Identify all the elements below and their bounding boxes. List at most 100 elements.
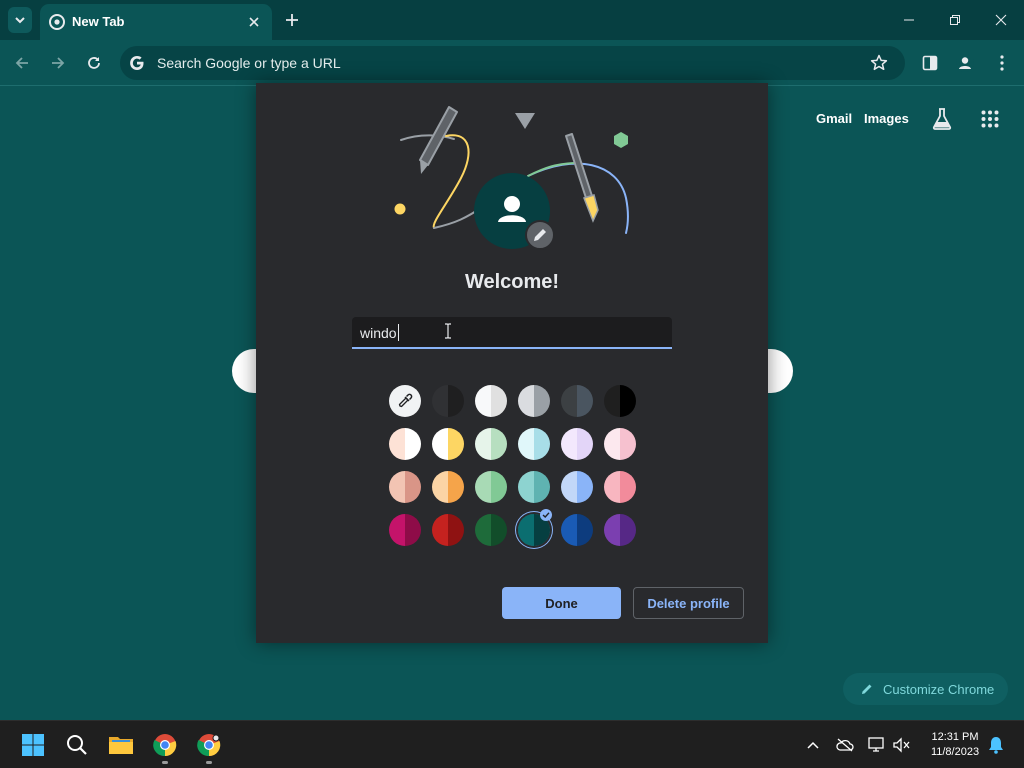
reload-icon (88, 57, 100, 69)
eyedropper-icon (398, 393, 413, 408)
search-icon (67, 735, 87, 755)
close-icon (249, 17, 259, 27)
color-swatch[interactable] (561, 385, 593, 417)
color-swatch[interactable] (604, 385, 636, 417)
pencil-doodle-icon (400, 106, 458, 174)
omnibox-placeholder: Search Google or type a URL (157, 55, 341, 71)
color-swatch-selected[interactable] (518, 509, 552, 546)
new-tab-button[interactable] (281, 9, 303, 31)
color-swatch[interactable] (432, 385, 464, 417)
color-swatch[interactable] (475, 514, 507, 546)
file-explorer-button[interactable] (108, 732, 134, 758)
color-swatch[interactable] (604, 428, 636, 460)
profile-customization-dialog: Welcome! windo Done Delete profile (256, 83, 768, 643)
google-g-icon (130, 56, 144, 70)
profile-name-value: windo (360, 325, 397, 341)
restore-icon (950, 15, 960, 25)
system-clock[interactable]: 12:31 PM 11/8/2023 (922, 730, 988, 760)
chrome-taskbar-button[interactable] (196, 732, 222, 758)
color-swatch[interactable] (389, 428, 421, 460)
profile-name-input[interactable]: windo (352, 317, 672, 349)
delete-profile-button[interactable]: Delete profile (633, 587, 744, 619)
chrome-logo-icon (153, 734, 177, 757)
toolbar: Search Google or type a URL (0, 40, 1024, 86)
chrome-menu-button[interactable] (991, 52, 1013, 74)
done-button[interactable]: Done (502, 587, 621, 619)
color-swatch[interactable] (475, 471, 507, 503)
onedrive-button[interactable] (836, 736, 854, 754)
network-button[interactable] (868, 736, 886, 754)
close-window-button[interactable] (978, 0, 1024, 40)
gmail-link[interactable]: Gmail (816, 111, 852, 126)
color-swatch[interactable] (475, 428, 507, 460)
color-swatch[interactable] (518, 471, 550, 503)
labs-flask-icon[interactable] (931, 107, 953, 131)
start-button[interactable] (20, 732, 46, 758)
i-beam-cursor-icon (445, 323, 451, 339)
color-swatch[interactable] (561, 514, 593, 546)
tab-search-button[interactable] (8, 7, 32, 33)
chevron-up-icon (807, 741, 819, 749)
folder-icon (109, 737, 133, 754)
triangle-doodle (515, 113, 535, 129)
side-panel-button[interactable] (919, 52, 941, 74)
profile-avatar-icon (956, 54, 974, 72)
clock-date: 11/8/2023 (930, 746, 980, 758)
network-icon (868, 737, 884, 752)
customize-chrome-button[interactable]: Customize Chrome (843, 673, 1008, 705)
color-swatch[interactable] (432, 428, 464, 460)
color-swatch[interactable] (518, 428, 550, 460)
clock-time: 12:31 PM (931, 731, 979, 743)
chevron-down-icon (15, 17, 25, 24)
bookmark-star-icon[interactable] (869, 53, 889, 73)
custom-color-button[interactable] (389, 385, 421, 417)
welcome-illustration (394, 106, 629, 250)
color-swatch[interactable] (561, 428, 593, 460)
color-swatch[interactable] (561, 471, 593, 503)
show-hidden-icons-button[interactable] (804, 736, 822, 754)
color-swatch[interactable] (432, 514, 464, 546)
profile-button[interactable] (954, 52, 976, 74)
arrow-left-icon (15, 57, 28, 69)
tab-title: New Tab (72, 14, 125, 29)
plus-icon (286, 14, 298, 26)
hexagon-doodle (614, 132, 628, 148)
color-swatch[interactable] (475, 385, 507, 417)
images-link[interactable]: Images (864, 111, 909, 126)
minimize-button[interactable] (886, 0, 932, 40)
yellow-dot-doodle (394, 203, 406, 215)
chrome-favicon-icon (49, 14, 65, 30)
color-swatch[interactable] (518, 385, 550, 417)
close-icon (995, 14, 1007, 26)
bell-icon (989, 737, 1003, 754)
kebab-menu-icon (1000, 55, 1004, 71)
arrow-right-icon (52, 57, 65, 69)
restore-button[interactable] (932, 0, 978, 40)
windows-taskbar: 12:31 PM 11/8/2023 (0, 720, 1024, 768)
back-button[interactable] (9, 50, 35, 76)
color-swatch[interactable] (604, 514, 636, 546)
customize-chrome-label: Customize Chrome (883, 682, 995, 697)
forward-button[interactable] (45, 50, 71, 76)
color-swatch[interactable] (389, 471, 421, 503)
side-panel-icon (922, 55, 938, 71)
check-icon (540, 509, 552, 521)
tab-close-button[interactable] (245, 13, 263, 31)
windows-logo-icon (22, 734, 44, 756)
reload-button[interactable] (81, 50, 107, 76)
cloud-offline-icon (836, 738, 854, 752)
text-caret (398, 324, 399, 341)
volume-button[interactable] (893, 736, 911, 754)
color-swatch[interactable] (389, 514, 421, 546)
taskbar-search-button[interactable] (64, 732, 90, 758)
color-swatch[interactable] (432, 471, 464, 503)
color-swatch[interactable] (604, 471, 636, 503)
omnibox[interactable]: Search Google or type a URL (120, 46, 905, 80)
tab-new-tab[interactable]: New Tab (40, 4, 272, 40)
welcome-heading: Welcome! (464, 271, 560, 293)
google-apps-icon[interactable] (981, 110, 999, 128)
notifications-button[interactable] (987, 736, 1005, 754)
chrome-taskbar-button[interactable] (152, 732, 178, 758)
pencil-icon (862, 684, 872, 694)
volume-muted-icon (893, 737, 910, 753)
